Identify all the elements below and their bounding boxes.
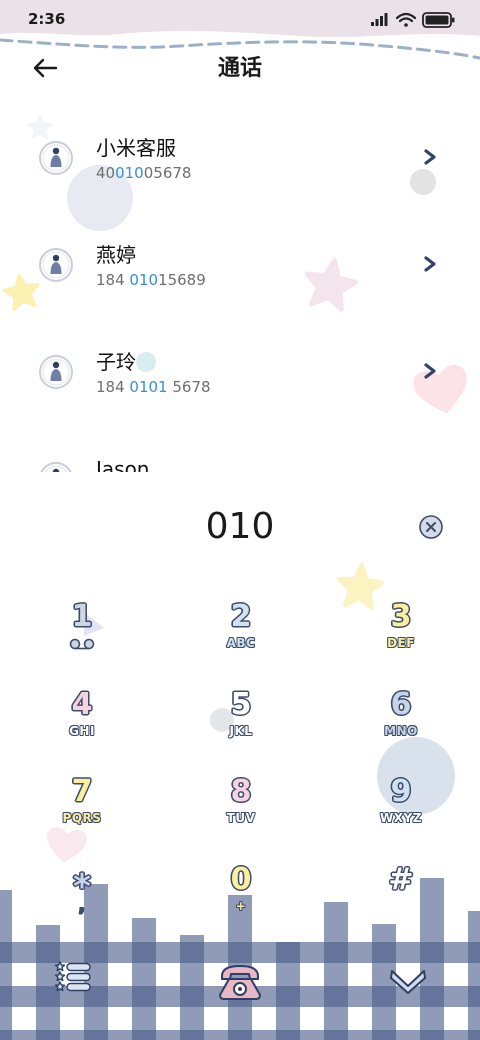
- contact-number: 4001005678: [96, 164, 191, 182]
- number-suffix: 5678: [167, 378, 211, 396]
- number-suffix: 05678: [143, 164, 192, 182]
- key-digit: #: [388, 862, 414, 897]
- key-9[interactable]: 9 WXYZ: [331, 775, 471, 859]
- voicemail-icon: [69, 638, 95, 650]
- battery-icon: [422, 12, 455, 28]
- chevron-right-icon[interactable]: [422, 255, 438, 273]
- number-prefix: 184: [96, 271, 130, 289]
- contact-row[interactable]: 子玲 184 0101 5678: [0, 318, 480, 425]
- signal-icon: [371, 13, 388, 26]
- key-digit: 9: [390, 774, 412, 809]
- dial-input-display: 010: [205, 506, 275, 547]
- key-letters: ,: [78, 896, 86, 915]
- avatar: [39, 248, 73, 282]
- number-match: 0101: [129, 378, 168, 396]
- key-0[interactable]: 0 +: [171, 863, 311, 947]
- key-5[interactable]: 5 JKL: [171, 688, 311, 772]
- number-prefix: 184: [96, 378, 130, 396]
- key-hash[interactable]: #: [331, 863, 471, 947]
- key-digit: 5: [230, 687, 252, 722]
- menu-icon[interactable]: [54, 960, 92, 994]
- contact-name: 燕婷: [96, 243, 136, 267]
- key-letters: GHI: [69, 724, 95, 738]
- contact-results-list: 小米客服 4001005678 燕婷 184 01015689 子玲 184 0…: [0, 104, 480, 472]
- number-suffix: 15689: [158, 271, 206, 289]
- contact-name: Jason: [96, 457, 150, 472]
- status-time: 2:36: [28, 10, 66, 28]
- key-star[interactable]: * ,: [12, 863, 152, 947]
- key-letters: JKL: [229, 724, 253, 738]
- contact-row[interactable]: 燕婷 184 01015689: [0, 211, 480, 318]
- contact-row[interactable]: 小米客服 4001005678: [0, 104, 480, 211]
- contact-number: 184 01015689: [96, 271, 206, 289]
- key-digit: 7: [71, 774, 93, 809]
- key-digit: 8: [230, 774, 252, 809]
- avatar: [40, 462, 72, 472]
- chevron-right-icon[interactable]: [422, 362, 438, 380]
- key-7[interactable]: 7 PQRS: [12, 775, 152, 859]
- key-letters: MNO: [384, 724, 418, 738]
- avatar: [39, 141, 73, 175]
- number-match: 010: [129, 271, 159, 289]
- key-1[interactable]: 1: [12, 600, 152, 684]
- number-match: 010: [115, 164, 144, 182]
- key-letters: TUV: [226, 811, 256, 825]
- chevron-right-icon[interactable]: [422, 148, 438, 166]
- key-3[interactable]: 3 DEF: [331, 600, 471, 684]
- key-8[interactable]: 8 TUV: [171, 775, 311, 859]
- key-6[interactable]: 6 MNO: [331, 688, 471, 772]
- number-prefix: 40: [96, 164, 116, 182]
- collapse-chevron-icon[interactable]: [388, 966, 428, 996]
- key-letters: PQRS: [62, 811, 102, 825]
- contact-name: 小米客服: [96, 136, 176, 160]
- contact-number: 184 0101 5678: [96, 378, 211, 396]
- key-digit: 3: [390, 599, 412, 634]
- key-digit: 2: [230, 599, 252, 634]
- status-icons: [371, 12, 455, 28]
- delete-icon[interactable]: [418, 514, 444, 540]
- contact-name: 子玲: [96, 350, 136, 374]
- key-digit: 1: [71, 599, 93, 634]
- key-4[interactable]: 4 GHI: [12, 688, 152, 772]
- contact-row[interactable]: Jason: [0, 425, 480, 472]
- avatar: [39, 355, 73, 389]
- key-letters: ABC: [226, 636, 256, 650]
- key-digit: 0: [230, 862, 252, 897]
- call-icon[interactable]: [216, 962, 264, 1002]
- key-digit: 6: [390, 687, 412, 722]
- key-letters: +: [235, 899, 247, 913]
- key-letters: DEF: [387, 636, 415, 650]
- page-title: 通话: [217, 56, 262, 81]
- wifi-icon: [395, 12, 417, 27]
- key-digit: 4: [71, 687, 93, 722]
- key-2[interactable]: 2 ABC: [171, 600, 311, 684]
- key-letters: WXYZ: [380, 811, 422, 825]
